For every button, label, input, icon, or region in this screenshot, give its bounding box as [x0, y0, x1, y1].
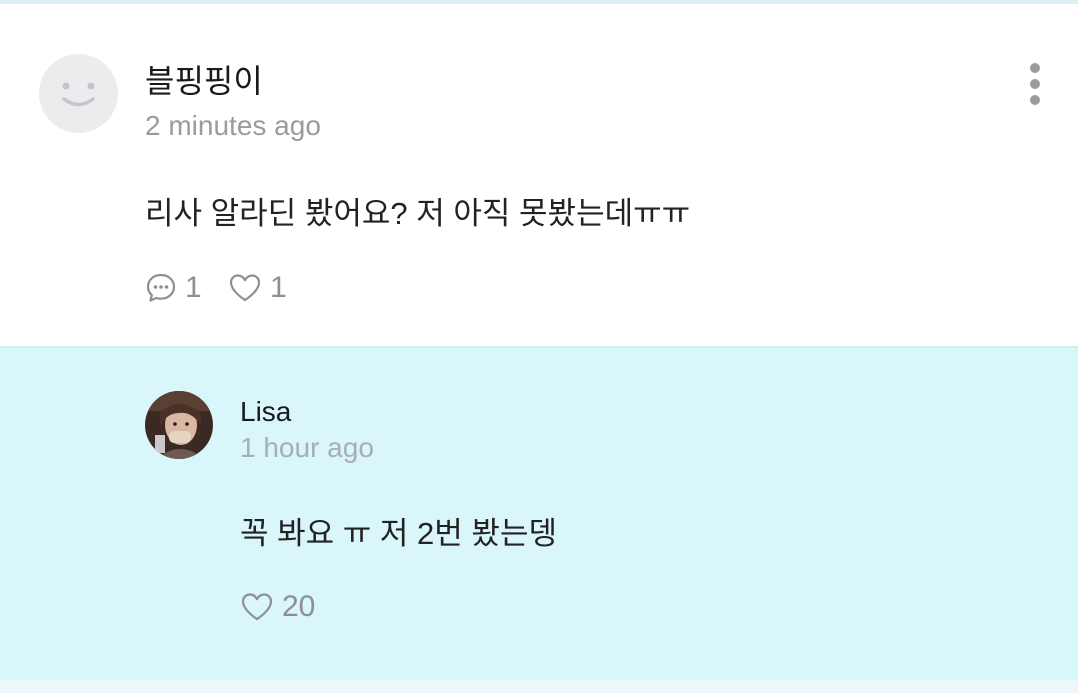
reply-like-count: 20	[282, 590, 316, 623]
user-avatar-default[interactable]	[39, 54, 118, 133]
heart-icon	[229, 274, 261, 302]
comment-like-count: 1	[270, 271, 287, 304]
comment-bubble-icon	[146, 273, 176, 302]
comment-reply-count: 1	[185, 271, 202, 304]
more-options-icon[interactable]	[1020, 58, 1050, 110]
comment-timestamp: 2 minutes ago	[145, 110, 321, 141]
comment-author-name[interactable]: 블핑핑이	[145, 56, 263, 102]
bottom-divider	[0, 680, 1078, 693]
comment-text: 리사 알라딘 봤어요? 저 아직 못봤는데ㅠㅠ	[145, 196, 691, 231]
reply-author-avatar[interactable]	[145, 391, 213, 459]
profile-photo-icon	[145, 391, 213, 459]
heart-icon	[241, 593, 273, 621]
smiley-icon	[62, 82, 95, 107]
reply-text: 꼭 봐요 ㅠ 저 2번 봤는뎅	[240, 516, 557, 551]
reply-author-name[interactable]: Lisa	[240, 396, 291, 428]
reply-timestamp: 1 hour ago	[240, 432, 374, 463]
reply-like-button[interactable]: 20	[240, 590, 315, 624]
like-button[interactable]: 1	[228, 271, 287, 305]
reply-button[interactable]: 1	[145, 271, 202, 305]
